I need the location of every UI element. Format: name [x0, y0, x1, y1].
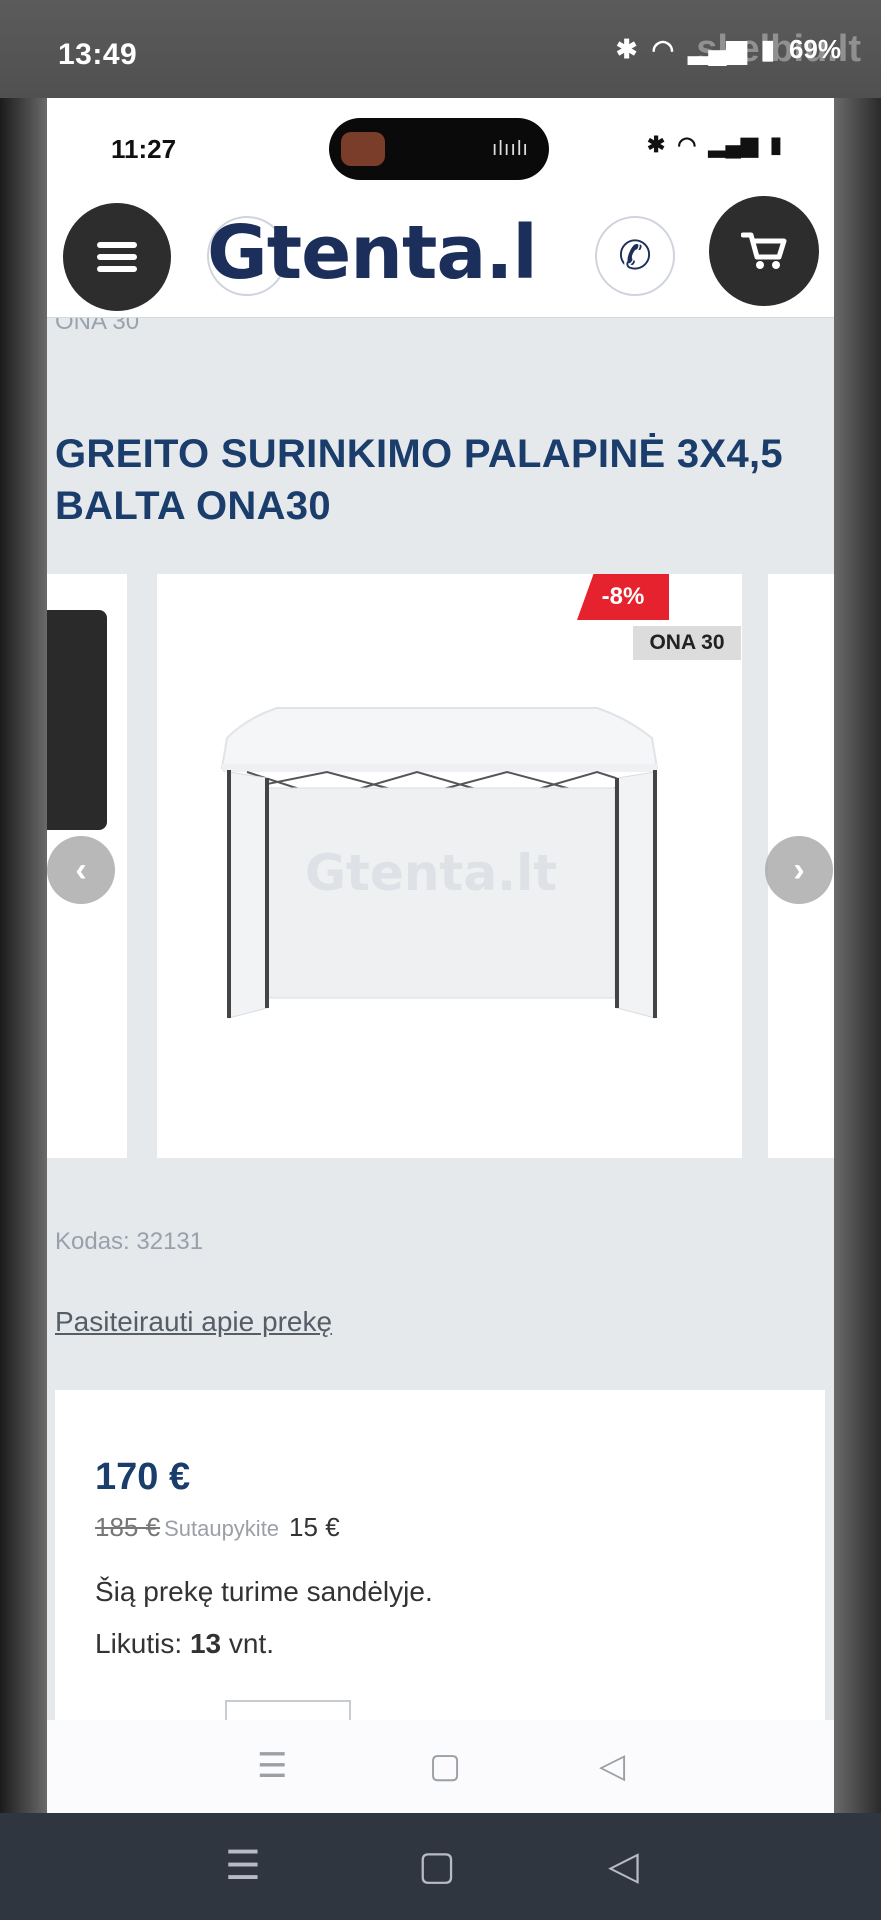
phone-button[interactable]: ✆: [595, 216, 675, 296]
savings-label: Sutaupykite: [164, 1516, 280, 1541]
dynamic-island: ılıılı: [329, 118, 549, 180]
media-thumbnail: [341, 132, 385, 166]
outer-navigation-bar: ☰ ▢ ◁: [0, 1813, 881, 1920]
back-icon[interactable]: ◁: [608, 1843, 639, 1889]
outer-clock: 13:49: [58, 38, 138, 71]
inner-status-bar: 11:27 ılıılı ✱ ◠ ▂▄▆ ▮: [47, 98, 834, 188]
inquire-link[interactable]: Pasiteirauti apie prekę: [55, 1306, 332, 1338]
stock-status: Šią prekę turime sandėlyje.: [95, 1576, 433, 1607]
inner-clock: 11:27: [111, 134, 177, 164]
breadcrumb-remnant: ONA 30: [55, 318, 140, 334]
cart-icon: [741, 232, 787, 269]
left-backdrop: [0, 98, 47, 1813]
audio-wave-icon: ılıılı: [491, 138, 529, 160]
inner-status-icons: ✱ ◠ ▂▄▆ ▮: [647, 132, 782, 158]
stock-label: Likutis:: [95, 1628, 183, 1659]
signal-icon: ▂▄▆: [688, 34, 747, 64]
product-thumbnail-bag: [47, 610, 107, 830]
product-title: GREITO SURINKIMO PALAPINĖ 3X4,5 BALTA ON…: [55, 432, 783, 528]
carousel-prev-button[interactable]: ‹: [47, 836, 115, 904]
model-code-badge: ONA 30: [633, 626, 741, 660]
menu-button[interactable]: [63, 203, 171, 311]
recent-apps-icon[interactable]: ☰: [257, 1746, 287, 1786]
carousel-next-button[interactable]: ›: [765, 836, 833, 904]
site-logo[interactable]: Gtenta.l: [207, 210, 538, 296]
outer-status-bar: 13:49 skelbiu.lt ✱ ◠ ▂▄▆ ▮ 69%: [0, 0, 881, 98]
home-icon[interactable]: ▢: [418, 1843, 456, 1889]
stock-unit: vnt.: [228, 1628, 275, 1659]
bluetooth-icon: ✱: [646, 132, 666, 157]
current-price: 170 €: [95, 1456, 191, 1498]
chevron-left-icon: ‹: [75, 850, 87, 889]
image-watermark: Gtenta.lt: [305, 844, 558, 902]
chevron-right-icon: ›: [793, 850, 805, 889]
stock-quantity: 13: [189, 1628, 222, 1659]
product-code: Kodas: 32131: [55, 1228, 204, 1255]
recent-apps-icon[interactable]: ☰: [225, 1843, 261, 1889]
battery-icon: ▮: [760, 34, 775, 64]
outer-status-icons: ✱ ◠ ▂▄▆ ▮ 69%: [616, 34, 841, 65]
hamburger-icon: [97, 242, 137, 272]
signal-icon: ▂▄▆: [708, 132, 758, 157]
right-backdrop: [834, 98, 881, 1813]
bluetooth-icon: ✱: [615, 34, 638, 64]
savings-value: 15 €: [289, 1512, 340, 1542]
wifi-icon: ◠: [651, 34, 675, 64]
price-panel: 170 € 185 € Sutaupykite 15 € Šią prekę t…: [55, 1390, 825, 1740]
inner-navigation-bar: ☰ ▢ ◁: [47, 1720, 834, 1813]
home-icon[interactable]: ▢: [429, 1746, 461, 1786]
battery-icon: ▮: [769, 132, 782, 157]
back-icon[interactable]: ◁: [599, 1746, 625, 1786]
old-price: 185 €: [95, 1512, 161, 1542]
savings-row: 185 € Sutaupykite 15 €: [95, 1512, 340, 1543]
inner-screenshot: 11:27 ılıılı ✱ ◠ ▂▄▆ ▮ Gtenta.l ✆ ONA 30…: [47, 98, 834, 1813]
battery-level: 69%: [788, 34, 841, 64]
cart-button[interactable]: [709, 196, 819, 306]
stock-count: Likutis: 13 vnt.: [95, 1628, 274, 1660]
phone-icon: ✆: [618, 234, 652, 278]
wifi-icon: ◠: [677, 132, 697, 157]
